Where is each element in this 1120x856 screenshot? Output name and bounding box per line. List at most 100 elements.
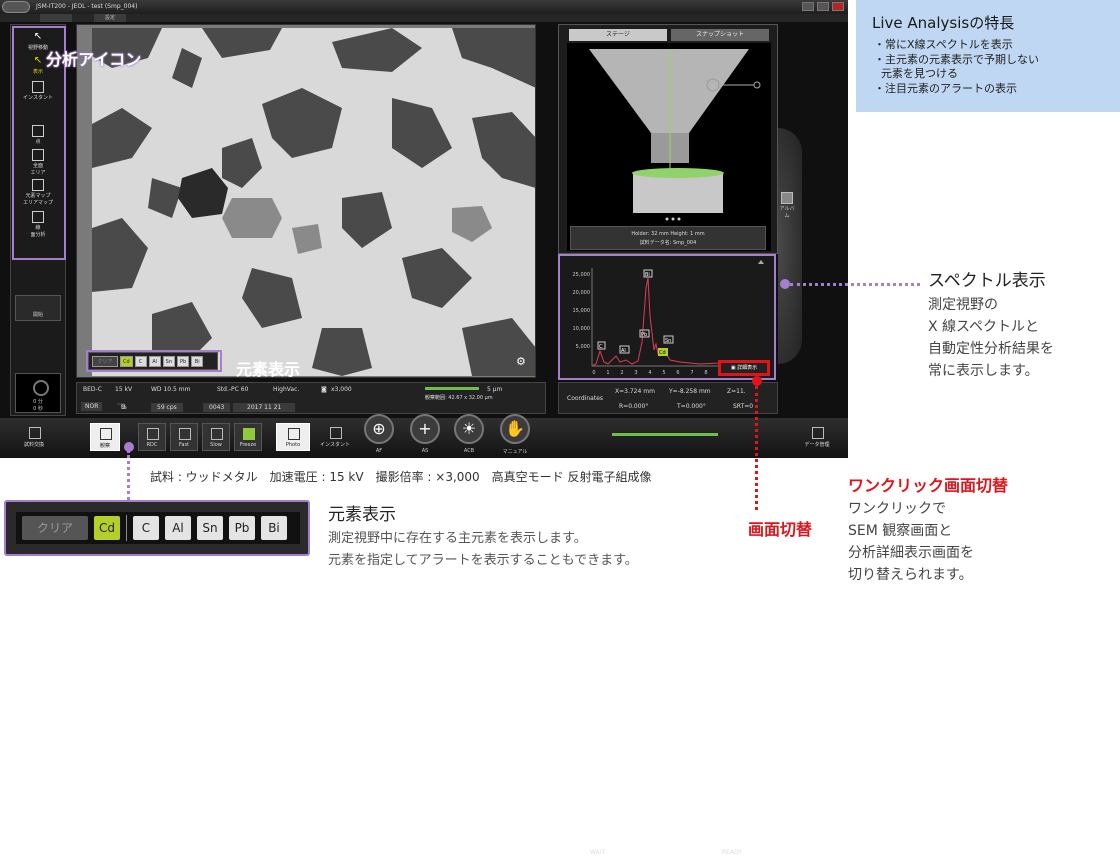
element-bar-enlarged: クリア Cd C Al Sn Pb Bi bbox=[4, 500, 310, 556]
coord-t: T=0.000° bbox=[677, 403, 706, 410]
x-tick-label: 0 bbox=[592, 370, 595, 376]
magnification: x3,000 bbox=[331, 386, 352, 393]
element-chip-al-large: Al bbox=[165, 516, 191, 540]
af-crosshair-icon[interactable]: ⊕ bbox=[364, 414, 394, 444]
timer-display: 0 分 0 秒 bbox=[15, 373, 61, 413]
element-chip-cd-large: Cd bbox=[94, 516, 120, 540]
coord-z: Z=11. bbox=[727, 388, 746, 395]
holder-info: Holder: 32 mm Height: 1 mm 試料データ名: Smp_0… bbox=[570, 226, 766, 250]
element-chip-sn-large: Sn bbox=[197, 516, 223, 540]
y-tick-label: 20,000 bbox=[573, 290, 591, 296]
scale-length: 5 μm bbox=[487, 386, 503, 393]
oneclick-desc-line: 分析詳細表示画面を bbox=[848, 545, 974, 561]
spectrum-callout-dot bbox=[780, 279, 790, 289]
switch-label: 画面切替 bbox=[748, 520, 813, 539]
spectrum-callout-line bbox=[790, 283, 920, 286]
backscatter-image bbox=[92, 28, 535, 376]
peak-label-cd: Cd bbox=[659, 350, 666, 356]
fast-scan-button[interactable]: Fast bbox=[170, 423, 198, 451]
stage-tabs: ステージ スナップショット bbox=[569, 29, 769, 41]
image-caption: 試料 : ウッドメタル 加速電圧 : 15 kV 撮影倍率 : ×3,000 高… bbox=[150, 470, 652, 484]
maximize-button[interactable] bbox=[817, 2, 829, 11]
holder-type: BED-C bbox=[83, 386, 102, 393]
start-button[interactable]: 開始 bbox=[15, 295, 61, 321]
as-label: AS bbox=[421, 448, 429, 454]
acb-label: ACB bbox=[463, 448, 475, 454]
peak-label-pb: Pb bbox=[641, 332, 647, 338]
oneclick-desc-line: SEM 観察画面と bbox=[848, 523, 953, 539]
spectrum-desc-line: 測定視野の bbox=[928, 297, 998, 313]
menu-tab-1[interactable] bbox=[40, 14, 72, 22]
peak-label-sn: Sn bbox=[665, 338, 671, 344]
observe-button[interactable]: 観察 bbox=[90, 423, 120, 451]
peak-label-c: C bbox=[599, 344, 603, 350]
element-display-callout: 元素表示 bbox=[236, 360, 301, 379]
feature-item: ・常にX線スペクトルを表示 bbox=[874, 38, 1013, 51]
oneclick-desc-line: 切り替えられます。 bbox=[848, 567, 973, 583]
x-tick-label: 2 bbox=[620, 370, 623, 376]
freeze-button[interactable]: Freeze bbox=[234, 423, 262, 451]
instant-analysis-button[interactable]: インスタント bbox=[316, 423, 354, 451]
jeol-logo-icon bbox=[2, 1, 30, 13]
x-tick-label: 8 bbox=[704, 370, 707, 376]
acb-sun-icon[interactable]: ☀ bbox=[454, 414, 484, 444]
slow-scan-button[interactable]: Slow bbox=[202, 423, 230, 451]
spectrum-title: スペクトル表示 bbox=[928, 271, 1046, 291]
y-tick-label: 25,000 bbox=[573, 272, 591, 278]
wait-label: WAIT bbox=[590, 849, 606, 856]
y-tick-label: 5,000 bbox=[576, 344, 590, 350]
ready-label: READY bbox=[722, 849, 743, 856]
element-bar-highlight bbox=[86, 350, 222, 372]
coordinates-label: Coordinates bbox=[567, 395, 604, 402]
side-drawer-handle[interactable] bbox=[778, 128, 802, 364]
spectrum-desc-line: 常に表示します。 bbox=[928, 363, 1039, 379]
sem-image-view[interactable] bbox=[76, 24, 536, 378]
spectrum-desc-line: 自動定性分析結果を bbox=[928, 341, 1054, 357]
data-management-button[interactable]: データ管理 bbox=[800, 423, 834, 451]
menu-bar: 設定 bbox=[0, 14, 848, 22]
element-callout-line bbox=[127, 450, 130, 500]
window-controls bbox=[802, 2, 844, 11]
status-row-2: NOR bbox=[81, 402, 103, 411]
element-clear-button-large: クリア bbox=[22, 516, 88, 540]
manual-hand-icon[interactable]: ✋ bbox=[500, 414, 530, 444]
coordinates-panel: Coordinates X=3.724 mm Y=-8.258 mm Z=11.… bbox=[558, 382, 778, 414]
date: 2017 11 21 bbox=[233, 403, 296, 412]
feature-item: ・注目元素のアラートの表示 bbox=[874, 82, 1017, 95]
album-button[interactable]: アルバム bbox=[778, 192, 796, 219]
oneclick-title: ワンクリック画面切替 bbox=[848, 476, 1009, 495]
camera-icon: ◙ bbox=[321, 386, 327, 393]
y-tick-label: 15,000 bbox=[573, 308, 591, 314]
photo-button[interactable]: Photo bbox=[276, 423, 310, 451]
menu-tab-settings[interactable]: 設定 bbox=[94, 14, 126, 22]
scale-bar bbox=[425, 387, 479, 390]
sample-exchange-button[interactable]: 試料交換 bbox=[14, 423, 54, 451]
element-desc-line: 測定視野中に存在する主元素を表示します。 bbox=[328, 531, 587, 546]
manual-label: マニュアル bbox=[502, 449, 528, 455]
detail-view-button[interactable]: ▣ 詳細表示 bbox=[718, 360, 770, 376]
element-chip-pb-large: Pb bbox=[229, 516, 255, 540]
stage-diagram bbox=[567, 43, 771, 251]
y-tick-label: 10,000 bbox=[573, 326, 591, 332]
tab-snapshot[interactable]: スナップショット bbox=[671, 29, 769, 41]
title-bar: JSM-IT200 - JEOL - test (Smp_004) bbox=[0, 0, 848, 14]
x-tick-label: 3 bbox=[634, 370, 637, 376]
rdc-button[interactable]: RDC bbox=[138, 423, 166, 451]
feature-item: ・主元素の元素表示で予期しない bbox=[874, 53, 1039, 66]
stage-panel: ステージ スナップショット bbox=[558, 24, 778, 254]
minimize-button[interactable] bbox=[802, 2, 814, 11]
peak-label-bi: Bi bbox=[645, 272, 650, 278]
count-rate: 59 cps bbox=[151, 403, 183, 412]
frame-number: 0043 bbox=[203, 403, 231, 412]
tab-stage[interactable]: ステージ bbox=[569, 29, 667, 41]
af-label: AF bbox=[375, 448, 383, 454]
image-settings-gear-icon[interactable]: ⚙ bbox=[516, 356, 528, 368]
x-tick-label: 5 bbox=[662, 370, 665, 376]
close-button[interactable] bbox=[832, 2, 844, 11]
element-chip-c-large: C bbox=[133, 516, 159, 540]
stage-camera-view[interactable] bbox=[567, 43, 771, 251]
x-tick-label: 6 bbox=[676, 370, 679, 376]
switch-callout-line bbox=[755, 386, 758, 510]
as-plus-icon[interactable]: + bbox=[410, 414, 440, 444]
analysis-icon-callout: 分析アイコン bbox=[46, 50, 142, 69]
